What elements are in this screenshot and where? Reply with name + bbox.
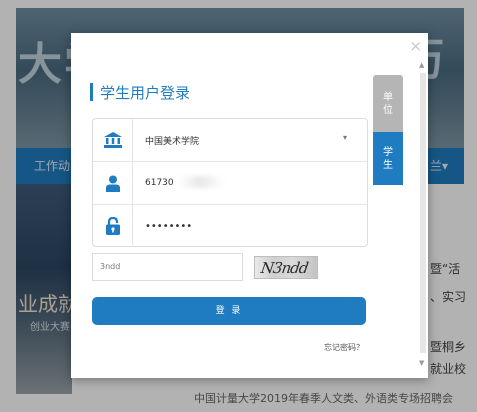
- tab-unit-char: 位: [383, 104, 393, 116]
- tab-unit-char: 单: [383, 91, 393, 103]
- school-select[interactable]: 中国美术学院 ▾: [93, 119, 367, 161]
- scrollbar-thumb[interactable]: [420, 73, 426, 353]
- forgot-password-link[interactable]: 忘记密码？: [324, 342, 364, 353]
- captcha-input[interactable]: 3ndd: [92, 253, 243, 281]
- login-button[interactable]: 登 录: [92, 297, 366, 325]
- redaction-blur: [178, 176, 223, 188]
- captcha-image[interactable]: N3ndd: [254, 256, 318, 279]
- person-icon: [93, 162, 133, 204]
- login-modal: × ▲ ▼ 学生用户登录 单 位 学 生 中国美术学院 ▾ 61730 ••••…: [71, 33, 428, 378]
- tab-student-char: 学: [383, 146, 393, 158]
- school-value: 中国美术学院: [145, 136, 200, 147]
- username-field[interactable]: 61730: [93, 161, 367, 204]
- scroll-down-icon[interactable]: ▼: [419, 359, 424, 367]
- password-field[interactable]: ••••••••: [93, 204, 367, 247]
- tab-student[interactable]: 学 生: [373, 132, 403, 185]
- chevron-down-icon[interactable]: ▾: [343, 133, 347, 142]
- padlock-icon: [93, 205, 133, 247]
- tab-student-char: 生: [383, 159, 393, 171]
- username-value: 61730: [145, 178, 174, 188]
- password-value: ••••••••: [145, 220, 193, 232]
- page-title: 学生用户登录: [100, 84, 191, 102]
- login-fields: 中国美术学院 ▾ 61730 ••••••••: [92, 118, 368, 247]
- bank-building-icon: [93, 119, 133, 161]
- title-block: 学生用户登录: [90, 83, 191, 102]
- scroll-up-icon[interactable]: ▲: [419, 61, 424, 69]
- modal-scrollbar[interactable]: ▲ ▼: [419, 59, 426, 369]
- tab-unit[interactable]: 单 位: [373, 75, 403, 132]
- captcha-image-text: N3ndd: [259, 259, 309, 277]
- close-icon[interactable]: ×: [409, 37, 422, 55]
